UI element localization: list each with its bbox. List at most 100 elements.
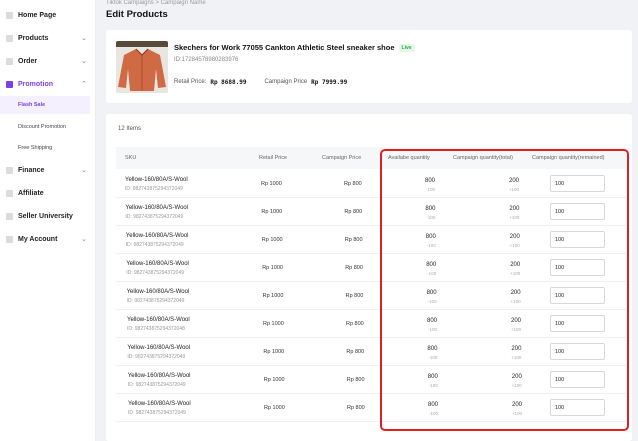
campaign-quantity-total: 200 bbox=[508, 178, 519, 184]
campaign-quantity-total-change: +100 bbox=[510, 299, 521, 304]
campaign-quantity-remained-input[interactable]: 100 bbox=[550, 175, 605, 192]
campaign-price-cell: Rp 800 bbox=[346, 377, 365, 383]
sku-id: ID: 982743875294372049 bbox=[127, 354, 186, 360]
home-page-icon bbox=[6, 11, 13, 19]
campaign-quantity-total-change: +100 bbox=[510, 327, 521, 332]
sku-id: ID: 982743875294372049 bbox=[127, 382, 186, 388]
campaign-price-cell: Rp 800 bbox=[347, 405, 365, 411]
promotion-icon bbox=[6, 80, 13, 88]
chevron-up-icon: ⌃ bbox=[81, 81, 87, 88]
campaign-quantity-total: 200 bbox=[511, 402, 522, 408]
retail-price-cell: Rp 1000 bbox=[262, 265, 283, 271]
sidebar-item-label: My Account bbox=[18, 235, 58, 243]
column-header-sku: SKU bbox=[125, 155, 137, 161]
available-quantity-change: -100 bbox=[426, 215, 436, 220]
product-name: Skechers for Work 77055 Cankton Athletic… bbox=[174, 43, 415, 52]
retail-price-cell: Rp 1000 bbox=[262, 293, 284, 299]
campaign-price-cell: Rp 800 bbox=[344, 209, 363, 215]
finance-icon bbox=[6, 166, 13, 174]
table-row: Yellow-160/80A/S-Wool ID: 982743875294372… bbox=[116, 310, 626, 338]
products-icon bbox=[6, 34, 13, 42]
campaign-quantity-total-change: +100 bbox=[508, 187, 519, 192]
my-account-icon bbox=[6, 235, 13, 243]
sidebar-item-label: Affiliate bbox=[18, 189, 44, 197]
table-row: Yellow-160/80A/S-Wool ID: 982743875294372… bbox=[116, 282, 626, 310]
campaign-quantity-total-change: +100 bbox=[510, 271, 521, 276]
sidebar-subitem-free-shipping[interactable]: Free Shipping bbox=[0, 139, 90, 157]
sidebar-item-affiliate[interactable]: Affiliate bbox=[0, 184, 96, 202]
column-header-campaign-price: Campaign Price bbox=[322, 155, 362, 161]
column-header-campaign-quantity-total: Campaign quantity(total) bbox=[453, 155, 513, 161]
sku-name: Yellow-160/80A/S-Wool bbox=[127, 317, 190, 323]
retail-price-cell: Rp 1000 bbox=[261, 181, 282, 187]
retail-price-cell: Rp 1000 bbox=[263, 321, 284, 327]
sku-id: ID: 982743875294372049 bbox=[126, 298, 185, 304]
sku-name: Yellow-160/80A/S-Wool bbox=[127, 345, 191, 351]
available-quantity-change: -100 bbox=[427, 299, 437, 304]
table-row: Yellow-160/80A/S-Wool ID: 982743875294372… bbox=[116, 226, 626, 254]
campaign-quantity-remained-input[interactable]: 100 bbox=[550, 231, 605, 248]
chevron-down-icon: ⌄ bbox=[81, 167, 87, 174]
sidebar-item-label: Seller University bbox=[18, 212, 73, 220]
campaign-price-label: Campaign Price bbox=[264, 79, 308, 85]
sidebar-item-label: Home Page bbox=[18, 11, 57, 19]
campaign-quantity-total-change: +100 bbox=[509, 243, 520, 248]
table-row: Yellow-160/80A/S-Wool ID: 982743875294372… bbox=[116, 394, 626, 422]
page-title: Edit Products bbox=[106, 9, 168, 20]
campaign-quantity-total: 200 bbox=[509, 234, 520, 240]
retail-price-label: Retail Price: bbox=[174, 79, 207, 85]
campaign-price-cell: Rp 800 bbox=[345, 265, 363, 271]
sku-id: ID: 982743875294372049 bbox=[126, 270, 185, 276]
sidebar-item-my-account[interactable]: My Account ⌄ bbox=[0, 230, 96, 248]
sidebar-subitem-discount-promotion[interactable]: Discount Promotion bbox=[0, 118, 90, 136]
sidebar-item-seller-university[interactable]: Seller University bbox=[0, 207, 96, 225]
sku-name: Yellow-160/80A/S-Wool bbox=[125, 233, 189, 239]
chevron-down-icon: ⌄ bbox=[81, 35, 87, 42]
available-quantity: 800 bbox=[427, 402, 438, 408]
sidebar-item-finance[interactable]: Finance ⌄ bbox=[0, 161, 96, 179]
available-quantity-change: -100 bbox=[428, 383, 438, 388]
sidebar-subitem-flash-sale[interactable]: Flash Sale bbox=[0, 96, 90, 114]
campaign-quantity-remained-input[interactable]: 100 bbox=[550, 259, 605, 276]
available-quantity-change: -100 bbox=[427, 327, 437, 332]
campaign-price-cell: Rp 800 bbox=[345, 293, 364, 299]
chevron-down-icon: ⌄ bbox=[81, 236, 87, 243]
campaign-price-cell: Rp 800 bbox=[346, 349, 365, 355]
available-quantity-change: -100 bbox=[427, 271, 437, 276]
sidebar-item-order[interactable]: Order ⌄ bbox=[0, 52, 96, 70]
breadcrumb[interactable]: Tiktok Campaigns > Campaign Name bbox=[106, 0, 206, 6]
table-row: Yellow-160/80A/S-Wool ID: 982743875294372… bbox=[116, 170, 626, 198]
table-row: Yellow-160/80A/S-Wool ID: 982743875294372… bbox=[116, 338, 626, 366]
seller-university-icon bbox=[6, 212, 13, 220]
sku-name: Yellow-160/80A/S-Wool bbox=[127, 373, 191, 379]
campaign-quantity-remained-input[interactable]: 100 bbox=[550, 203, 605, 220]
campaign-quantity-total: 200 bbox=[509, 206, 520, 212]
available-quantity: 800 bbox=[425, 234, 436, 240]
campaign-quantity-remained-input[interactable]: 100 bbox=[550, 371, 605, 388]
sku-name: Yellow-160/80A/S-Wool bbox=[126, 289, 190, 295]
campaign-quantity-remained-input[interactable]: 100 bbox=[550, 287, 605, 304]
campaign-quantity-total: 200 bbox=[510, 262, 521, 268]
campaign-quantity-remained-input[interactable]: 100 bbox=[550, 343, 605, 360]
affiliate-icon bbox=[6, 189, 13, 197]
available-quantity-change: -100 bbox=[425, 187, 435, 192]
available-quantity: 800 bbox=[427, 346, 438, 352]
product-name-text: Skechers for Work 77055 Cankton Athletic… bbox=[174, 43, 395, 52]
sidebar-item-promotion[interactable]: Promotion ⌃ bbox=[0, 75, 96, 93]
product-id: ID:17284578980283976 bbox=[174, 57, 239, 63]
product-image bbox=[116, 41, 168, 93]
available-quantity: 800 bbox=[424, 178, 435, 184]
sku-id: ID: 982743875294372049 bbox=[125, 214, 184, 220]
campaign-quantity-remained-input[interactable]: 100 bbox=[550, 399, 605, 416]
sku-name: Yellow-160/80A/S-Wool bbox=[125, 177, 188, 183]
available-quantity: 800 bbox=[426, 318, 437, 324]
available-quantity: 800 bbox=[427, 374, 438, 380]
campaign-price-cell: Rp 800 bbox=[344, 237, 363, 243]
sidebar-item-home-page[interactable]: Home Page bbox=[0, 6, 96, 24]
campaign-quantity-remained-input[interactable]: 100 bbox=[550, 315, 605, 332]
sidebar-item-label: Finance bbox=[18, 166, 45, 174]
retail-price-cell: Rp 1000 bbox=[263, 377, 285, 383]
sidebar-item-products[interactable]: Products ⌄ bbox=[0, 29, 96, 47]
column-header-available-quantity: Availabe quantity bbox=[388, 155, 430, 161]
campaign-quantity-total: 200 bbox=[511, 374, 522, 380]
